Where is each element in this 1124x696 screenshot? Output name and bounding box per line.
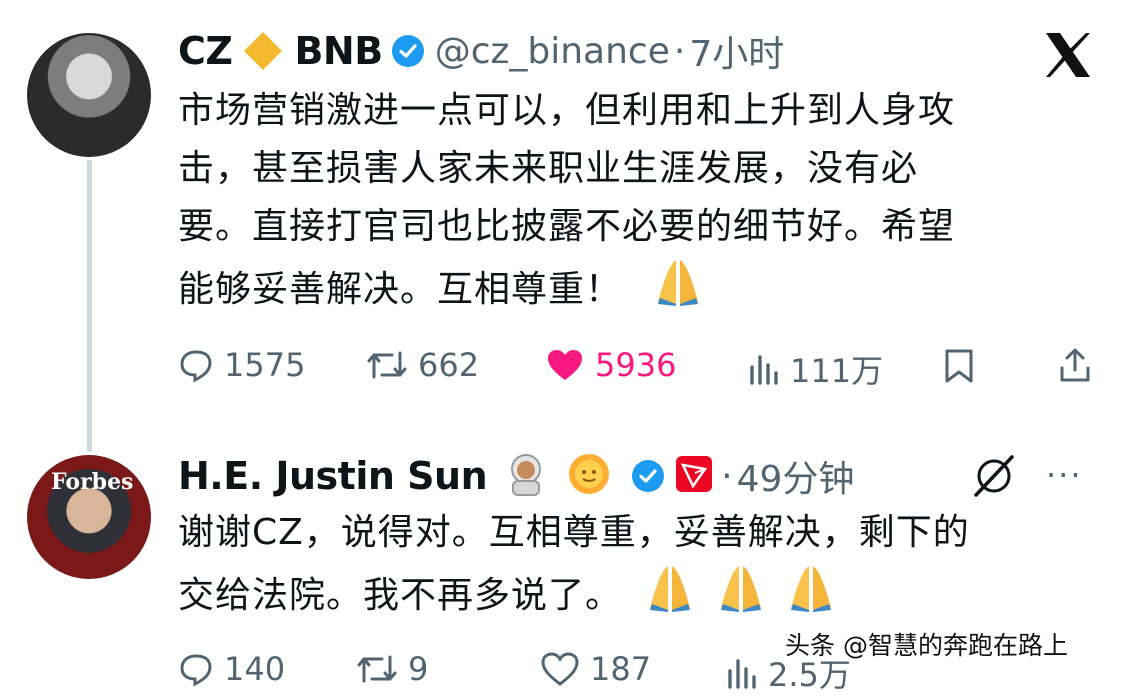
like-button[interactable]: 187 bbox=[540, 650, 651, 688]
verified-badge-icon bbox=[631, 459, 665, 493]
retweet-icon bbox=[367, 351, 407, 379]
reply-count: 1575 bbox=[224, 346, 306, 384]
like-button[interactable]: 5936 bbox=[545, 346, 676, 384]
retweet-count: 9 bbox=[408, 650, 429, 688]
dot-separator: · bbox=[721, 455, 733, 497]
views-chart-icon bbox=[750, 355, 778, 385]
reply-button[interactable]: 1575 bbox=[178, 346, 305, 384]
tweet-text-line: 要。直接打官司也比披露不必要的细节好。希望 bbox=[178, 206, 956, 247]
views-chart-icon bbox=[728, 659, 756, 689]
reply-icon bbox=[180, 350, 212, 383]
avatar-forbes-text: Forbes bbox=[51, 469, 134, 495]
retweet-icon bbox=[357, 655, 397, 683]
tweet-text-line: 谢谢CZ，说得对。互相尊重，妥善解决，剩下的 bbox=[178, 512, 970, 553]
tweet-header: H.E. Justin Sun · 49分钟 bbox=[178, 450, 854, 502]
bookmark-button[interactable] bbox=[942, 347, 976, 389]
avatar-justin-sun[interactable]: Forbes bbox=[27, 455, 151, 579]
tweet-header: CZ BNB @cz_binance · 7小时 bbox=[178, 25, 784, 77]
retweet-button[interactable]: 9 bbox=[356, 650, 428, 688]
retweet-count: 662 bbox=[418, 346, 480, 384]
folded-hands-emoji-icon bbox=[785, 562, 837, 632]
reply-button[interactable]: 140 bbox=[178, 650, 285, 688]
folded-hands-emoji-icon bbox=[652, 256, 704, 326]
dot-separator: · bbox=[673, 30, 686, 72]
more-options-icon[interactable]: ··· bbox=[1046, 456, 1083, 494]
grok-icon[interactable] bbox=[967, 449, 1021, 507]
heart-outline-icon bbox=[541, 652, 579, 686]
share-button[interactable] bbox=[1057, 346, 1093, 388]
thread-connector-line bbox=[87, 160, 92, 452]
bnb-diamond-icon bbox=[242, 30, 284, 72]
verified-badge-icon bbox=[391, 34, 425, 68]
watermark-text: 头条 @智慧的奔跑在路上 bbox=[785, 631, 1068, 660]
tweet-body: 市场营销激进一点可以，但利用和上升到人身攻 击，甚至损害人家未来职业生涯发展，没… bbox=[178, 82, 955, 326]
tweet-text-line: 市场营销激进一点可以，但利用和上升到人身攻 bbox=[178, 90, 956, 131]
display-name-suffix[interactable]: BNB bbox=[294, 29, 383, 73]
astronaut-emoji-icon bbox=[503, 451, 549, 501]
heart-filled-icon bbox=[548, 350, 582, 380]
reply-count: 140 bbox=[224, 650, 286, 688]
display-name[interactable]: CZ bbox=[178, 29, 233, 73]
views-count: 111万 bbox=[790, 352, 884, 390]
user-handle[interactable]: @cz_binance bbox=[435, 31, 670, 72]
like-count: 187 bbox=[590, 650, 652, 688]
reply-icon bbox=[180, 654, 212, 687]
tweet-time[interactable]: 7小时 bbox=[689, 25, 784, 77]
tweet-body: 谢谢CZ，说得对。互相尊重，妥善解决，剩下的 交给法院。我不再多说了。 bbox=[178, 504, 970, 632]
like-count: 5936 bbox=[595, 346, 677, 384]
folded-hands-emoji-icon bbox=[644, 562, 696, 632]
folded-hands-emoji-icon bbox=[715, 562, 767, 632]
tweet-text-line: 交给法院。我不再多说了。 bbox=[178, 562, 970, 632]
sun-emoji-icon bbox=[565, 450, 613, 502]
display-name[interactable]: H.E. Justin Sun bbox=[178, 454, 488, 498]
tweet-text-line: 击，甚至损害人家未来职业生涯发展，没有必 bbox=[178, 148, 919, 189]
tweet-time[interactable]: 49分钟 bbox=[737, 450, 855, 502]
tweet-text-line: 能够妥善解决。互相尊重！ bbox=[178, 256, 955, 326]
retweet-button[interactable]: 662 bbox=[366, 346, 479, 384]
x-logo-icon bbox=[1040, 27, 1096, 83]
views-button[interactable]: 111万 bbox=[748, 346, 883, 392]
avatar-cz[interactable] bbox=[27, 33, 151, 157]
tron-logo-icon bbox=[675, 455, 713, 497]
share-icon bbox=[1060, 348, 1090, 382]
bookmark-icon bbox=[945, 349, 973, 383]
